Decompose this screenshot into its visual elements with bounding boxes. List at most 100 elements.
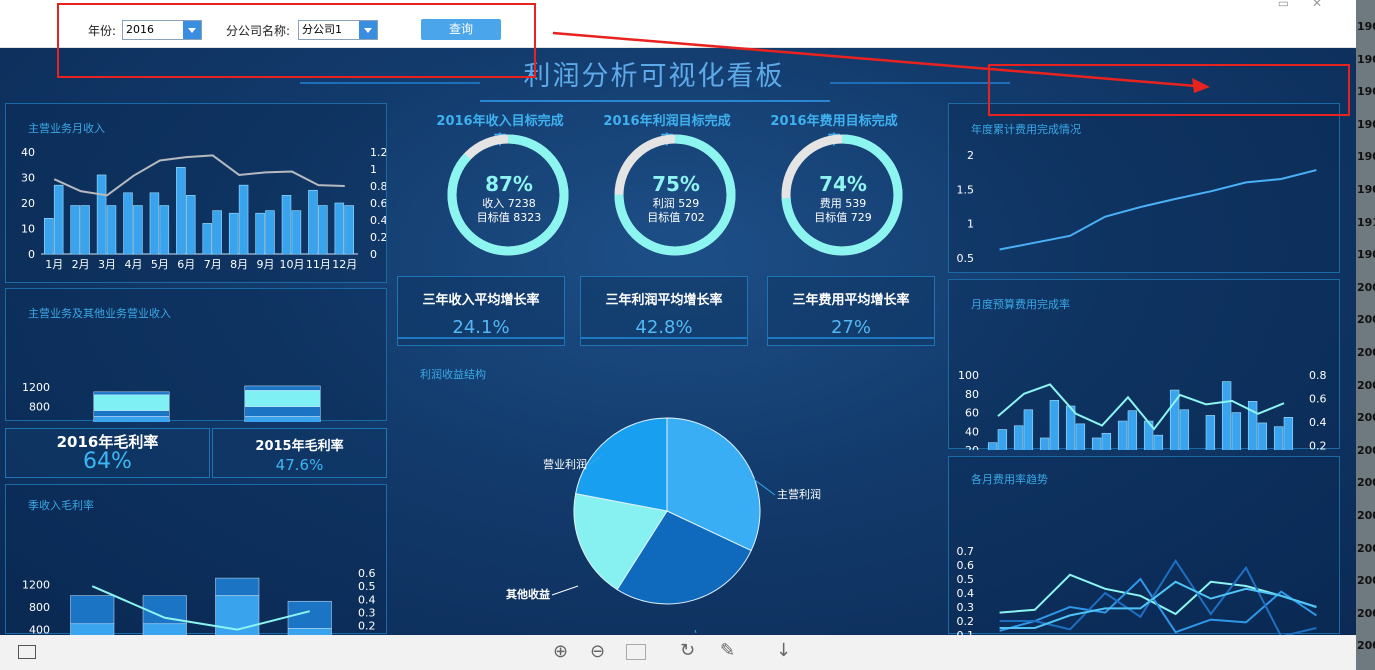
bar	[1117, 420, 1128, 450]
monthly-budget-chart: 02040608010000.20.40.60.81月2月3月4月5月6月7月8…	[958, 369, 1327, 451]
growth-title: 三年收入平均增长率	[422, 293, 540, 308]
bar-segment	[108, 227, 115, 254]
y2-tick-label: 0.5	[358, 580, 376, 593]
growth-underline	[398, 337, 564, 339]
pie-leader-line	[551, 585, 579, 596]
y2-tick-label: 0.8	[1309, 369, 1327, 382]
edit-icon[interactable]: ✎	[720, 640, 735, 661]
zoom-in-icon[interactable]: ⊕	[553, 641, 568, 662]
bar	[1153, 434, 1164, 450]
bar	[1091, 437, 1102, 450]
y-tick-label: 800	[29, 601, 50, 614]
bar	[987, 442, 998, 450]
y2-tick-label: 0.8	[370, 180, 386, 193]
pie-label: 主营利润	[777, 487, 821, 501]
bar	[1049, 400, 1060, 450]
growth-underline	[581, 337, 747, 339]
viewer-toolbar: ⊕ ⊖ ↻ ✎ ↓	[0, 635, 1356, 670]
bar	[1013, 425, 1024, 450]
y2-tick-label: 1	[370, 163, 377, 176]
y-tick-label: 0.3	[957, 601, 975, 614]
strip-number: 200	[1357, 378, 1375, 392]
growth-title: 三年利润平均增长率	[605, 293, 723, 308]
y-tick-label: 0.5	[957, 573, 975, 586]
x-tick-label: 3月	[98, 258, 116, 271]
y-tick-label: 80	[965, 388, 979, 401]
y-tick-label: 0.2	[957, 615, 975, 628]
bar	[244, 406, 321, 417]
bar	[1075, 423, 1086, 450]
bar-segment	[98, 210, 106, 254]
y2-tick-label: 1.2	[370, 146, 386, 159]
y-tick-label: 800	[29, 401, 50, 414]
x-tick-label: 12月	[332, 258, 357, 271]
series-line	[91, 585, 310, 631]
strip-number: 191	[1357, 215, 1375, 229]
series-line	[999, 169, 1317, 251]
bar-segment	[266, 230, 274, 254]
bar	[1039, 437, 1050, 450]
ring-target-line: 目标值 729	[814, 211, 872, 224]
season-margin-chart: 0400800120000.10.20.30.40.50.6第一季度第二季度第三…	[22, 567, 376, 635]
y-tick-label: 1200	[22, 381, 50, 394]
x-tick-label: 2月	[72, 258, 90, 271]
panel-monthly-budget: 月度预算费用完成率 02040608010000.20.40.60.81月2月3…	[948, 279, 1340, 451]
y2-tick-label: 0	[370, 248, 377, 261]
bar	[1101, 432, 1112, 450]
zoom-out-icon[interactable]: ⊖	[590, 641, 605, 662]
monthly-revenue-chart: 0 10 20 30 40 0 0.2 0.4 0.6 0.8 1 1.2 1月 2月 3月 4月 5月 6月 7月…	[21, 146, 386, 271]
screen: { "filter": { "year_label": "年份:", "year…	[0, 0, 1375, 670]
y-tick-label: 400	[29, 420, 50, 422]
annotation-box-filter	[57, 3, 536, 78]
strip-number: 200	[1357, 509, 1375, 522]
growth-box: 三年收入平均增长率 24.1%	[397, 276, 565, 346]
bar-segment	[203, 237, 211, 254]
download-icon[interactable]: ↓	[776, 640, 791, 661]
y-tick-label: 1.5	[957, 183, 975, 196]
bar	[93, 416, 170, 422]
actual-size-icon[interactable]	[626, 644, 646, 660]
ring-percent: 75%	[652, 172, 700, 196]
profit-structure-title: 利润收益结构	[420, 368, 486, 381]
gross-2016-box: 2016年毛利率 64%	[5, 428, 210, 478]
growth-value: 42.8%	[635, 317, 693, 338]
bar	[93, 410, 170, 417]
ring-target-line: 目标值 702	[647, 211, 705, 224]
y-tick-label: 10	[21, 223, 35, 236]
bar	[70, 623, 115, 635]
growth-value: 27%	[830, 317, 871, 338]
bar	[1257, 422, 1268, 450]
bar	[997, 429, 1008, 450]
bar-segment	[256, 231, 264, 254]
ring-percent: 87%	[485, 172, 533, 196]
bar	[93, 391, 170, 396]
pie-leader-line	[694, 629, 697, 633]
bar-segment	[309, 218, 317, 254]
bar-segment	[292, 230, 300, 254]
strip-number: 190	[1357, 183, 1375, 196]
bar-segment	[71, 227, 79, 254]
y-tick-label: 0.5	[957, 252, 975, 265]
y2-tick-label: 0.6	[358, 567, 376, 580]
pie-label: 营业利润	[543, 457, 587, 471]
window-close-icon[interactable]: ▭ ✕	[1278, 0, 1322, 10]
gross-2016-value: 64%	[83, 449, 132, 474]
bar-segment	[283, 221, 290, 254]
y2-tick-label: 0.2	[1309, 440, 1327, 451]
bar-segment	[55, 216, 63, 254]
strip-number: 200	[1357, 606, 1375, 620]
y-tick-label: 100	[958, 369, 979, 382]
x-tick-label: 7月	[204, 258, 222, 271]
panel-monthly-revenue: 主营业务月收入 0 10 20 30 40 0 0.2 0.4 0.6 0.8 1 1.2 1月 2月 3月…	[5, 103, 387, 283]
y2-tick-label: 0.4	[1309, 416, 1327, 429]
strip-number: 200	[1357, 346, 1375, 359]
panel-toggle-icon[interactable]	[18, 645, 36, 659]
strip-number: 190	[1357, 248, 1375, 262]
strip-number: 190	[1357, 117, 1375, 131]
growth-underline	[768, 337, 934, 339]
rotate-icon[interactable]: ↻	[680, 640, 695, 661]
bar	[1179, 409, 1190, 450]
y-tick-label: 20	[965, 444, 979, 450]
title-underline	[480, 100, 830, 102]
y2-tick-label: 0.4	[358, 593, 376, 606]
